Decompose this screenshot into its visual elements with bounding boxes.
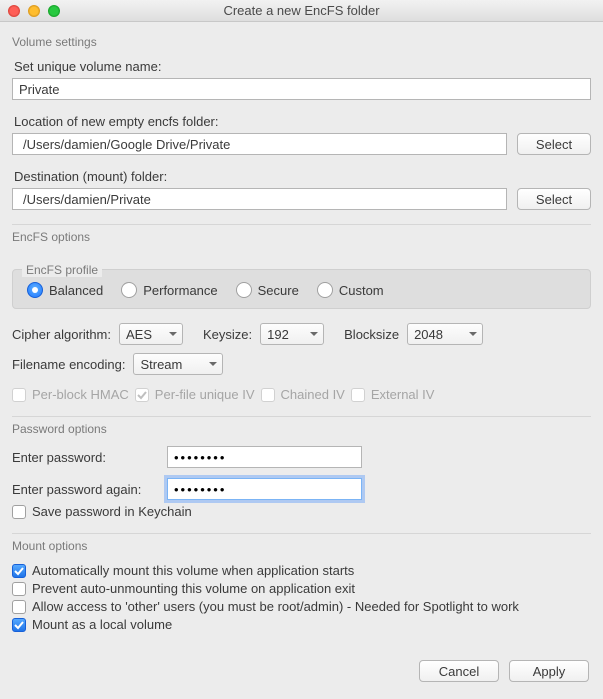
- allow-other-label: Allow access to 'other' users (you must …: [32, 599, 519, 614]
- mount-options-label: Mount options: [12, 539, 591, 553]
- radio-balanced-label: Balanced: [49, 283, 103, 298]
- chained-iv-check: Chained IV: [261, 387, 345, 402]
- apply-button[interactable]: Apply: [509, 660, 589, 682]
- per-block-hmac-label: Per-block HMAC: [32, 387, 129, 402]
- enter-password-input[interactable]: [167, 446, 362, 468]
- checkbox-unchecked-icon: [261, 388, 275, 402]
- location-label: Location of new empty encfs folder:: [14, 114, 591, 129]
- allow-other-check[interactable]: Allow access to 'other' users (you must …: [12, 599, 591, 614]
- window-title: Create a new EncFS folder: [0, 3, 603, 18]
- keysize-label: Keysize:: [203, 327, 252, 342]
- traffic-lights: [8, 5, 60, 17]
- destination-input[interactable]: [12, 188, 507, 210]
- checkbox-unchecked-icon: [12, 505, 26, 519]
- enter-password-again-input[interactable]: [167, 478, 362, 500]
- maximize-icon[interactable]: [48, 5, 60, 17]
- destination-select-button[interactable]: Select: [517, 188, 591, 210]
- destination-label: Destination (mount) folder:: [14, 169, 591, 184]
- radio-secure-label: Secure: [258, 283, 299, 298]
- local-volume-label: Mount as a local volume: [32, 617, 172, 632]
- save-keychain-check[interactable]: Save password in Keychain: [12, 504, 591, 519]
- checkbox-checked-icon: [12, 618, 26, 632]
- cancel-button[interactable]: Cancel: [419, 660, 499, 682]
- mount-options-group: Mount options Automatically mount this v…: [12, 539, 591, 636]
- radio-performance-label: Performance: [143, 283, 217, 298]
- chained-iv-label: Chained IV: [281, 387, 345, 402]
- per-file-iv-check: Per-file unique IV: [135, 387, 255, 402]
- keysize-select[interactable]: [260, 323, 324, 345]
- radio-unchecked-icon: [317, 282, 333, 298]
- blocksize-label: Blocksize: [344, 327, 399, 342]
- volume-name-input[interactable]: [12, 78, 591, 100]
- encfs-profile-box: EncFS profile Balanced Performance Secur…: [12, 254, 591, 309]
- filename-encoding-select[interactable]: [133, 353, 223, 375]
- per-file-iv-label: Per-file unique IV: [155, 387, 255, 402]
- volume-settings-label: Volume settings: [12, 35, 591, 49]
- external-iv-label: External IV: [371, 387, 435, 402]
- cipher-label: Cipher algorithm:: [12, 327, 111, 342]
- dialog-footer: Cancel Apply: [0, 650, 603, 694]
- checkbox-unchecked-icon: [12, 600, 26, 614]
- titlebar: Create a new EncFS folder: [0, 0, 603, 22]
- filename-encoding-label: Filename encoding:: [12, 357, 125, 372]
- auto-mount-check[interactable]: Automatically mount this volume when app…: [12, 563, 591, 578]
- checkbox-unchecked-icon: [12, 388, 26, 402]
- radio-custom[interactable]: Custom: [317, 282, 384, 298]
- external-iv-check: External IV: [351, 387, 435, 402]
- checkbox-unchecked-icon: [351, 388, 365, 402]
- radio-balanced[interactable]: Balanced: [27, 282, 103, 298]
- window-content: Volume settings Set unique volume name: …: [0, 22, 603, 650]
- auto-mount-label: Automatically mount this volume when app…: [32, 563, 354, 578]
- close-icon[interactable]: [8, 5, 20, 17]
- enter-password-label: Enter password:: [12, 450, 157, 465]
- checkbox-checked-icon: [12, 564, 26, 578]
- password-options-label: Password options: [12, 422, 591, 436]
- encfs-options-group: EncFS options EncFS profile Balanced Per…: [12, 230, 591, 417]
- minimize-icon[interactable]: [28, 5, 40, 17]
- blocksize-select[interactable]: [407, 323, 483, 345]
- radio-performance[interactable]: Performance: [121, 282, 217, 298]
- checkbox-checked-icon: [135, 388, 149, 402]
- save-keychain-label: Save password in Keychain: [32, 504, 192, 519]
- prevent-unmount-label: Prevent auto-unmounting this volume on a…: [32, 581, 355, 596]
- per-block-hmac-check: Per-block HMAC: [12, 387, 129, 402]
- radio-unchecked-icon: [236, 282, 252, 298]
- prevent-unmount-check[interactable]: Prevent auto-unmounting this volume on a…: [12, 581, 591, 596]
- cipher-select[interactable]: [119, 323, 183, 345]
- volume-settings-group: Volume settings Set unique volume name: …: [12, 35, 591, 225]
- radio-secure[interactable]: Secure: [236, 282, 299, 298]
- location-input[interactable]: [12, 133, 507, 155]
- local-volume-check[interactable]: Mount as a local volume: [12, 617, 591, 632]
- radio-unchecked-icon: [121, 282, 137, 298]
- encfs-profile-label: EncFS profile: [22, 263, 102, 277]
- checkbox-unchecked-icon: [12, 582, 26, 596]
- enter-password-again-label: Enter password again:: [12, 482, 157, 497]
- volume-name-label: Set unique volume name:: [14, 59, 591, 74]
- radio-checked-icon: [27, 282, 43, 298]
- encfs-options-label: EncFS options: [12, 230, 591, 244]
- radio-custom-label: Custom: [339, 283, 384, 298]
- location-select-button[interactable]: Select: [517, 133, 591, 155]
- password-options-group: Password options Enter password: Enter p…: [12, 422, 591, 534]
